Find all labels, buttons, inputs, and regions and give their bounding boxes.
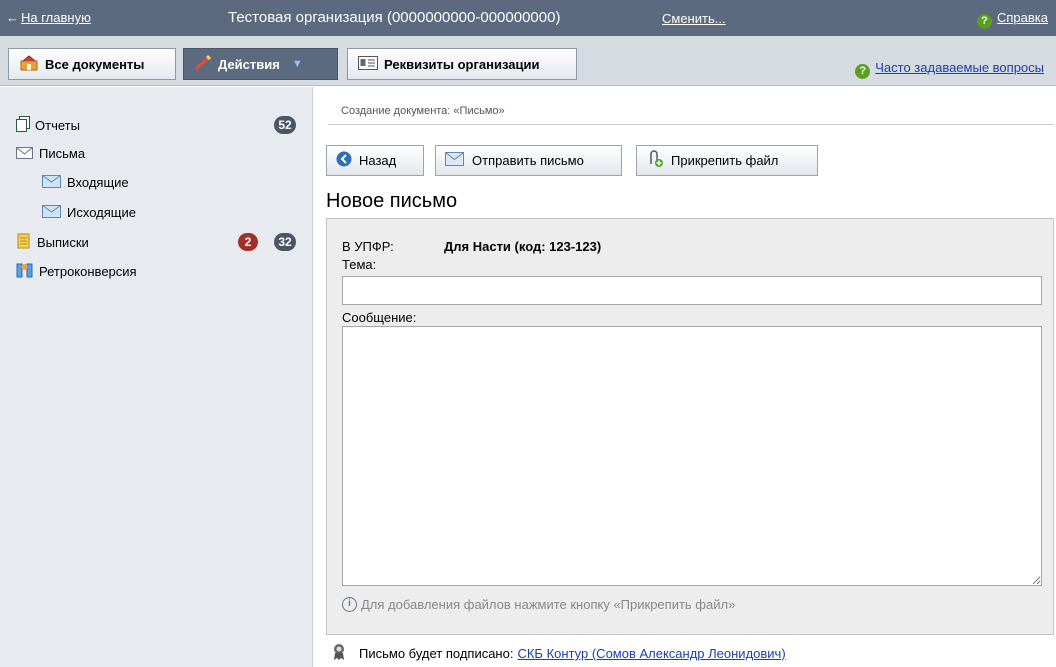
letter-form: В УПФР: Для Насти (код: 123-123) Тема: С…: [326, 218, 1054, 635]
top-bar: ← На главную Тестовая организация (000000…: [0, 0, 1056, 36]
message-label: Сообщение:: [342, 310, 417, 325]
seal-icon: [333, 643, 345, 664]
sidebar-item-inbox[interactable]: Входящие: [42, 174, 129, 191]
help-link[interactable]: ? Справка: [977, 10, 1048, 29]
back-arrow-circle-icon: [336, 151, 352, 170]
letters-icon: [16, 145, 34, 162]
subject-input[interactable]: [342, 276, 1042, 305]
sidebar-item-reports[interactable]: Отчеты: [16, 116, 80, 135]
attach-file-button[interactable]: Прикрепить файл: [636, 145, 818, 176]
faq-link-label[interactable]: Часто задаваемые вопросы: [875, 60, 1044, 75]
retroconversion-icon: [16, 262, 34, 281]
breadcrumb: Создание документа: «Письмо»: [341, 105, 505, 117]
send-envelope-icon: [445, 152, 465, 169]
wand-icon: [194, 54, 212, 74]
info-icon: i: [342, 597, 357, 612]
message-textarea[interactable]: [342, 326, 1042, 586]
back-arrow-icon: ←: [6, 10, 19, 25]
recipient-label: В УПФР:: [342, 239, 394, 254]
sidebar-item-label: Ретроконверсия: [39, 264, 137, 279]
faq-link[interactable]: ? Часто задаваемые вопросы: [855, 60, 1044, 79]
all-documents-button[interactable]: Все документы: [8, 48, 176, 80]
statements-count-badge: 32: [274, 233, 296, 251]
help-icon: ?: [977, 14, 992, 29]
sidebar: Отчеты 52 Письма Входящие Исходящие Выпи…: [0, 87, 313, 667]
chevron-down-icon: ▼: [291, 58, 303, 70]
sidebar-item-label: Отчеты: [35, 118, 80, 133]
organization-requisites-button[interactable]: Реквизиты организации: [347, 48, 577, 80]
page-title: Новое письмо: [326, 190, 458, 212]
toolbar: Все документы Действия ▼ Реквизиты орган…: [0, 36, 1056, 86]
sidebar-item-label: Исходящие: [67, 205, 136, 220]
subject-label: Тема:: [342, 257, 377, 272]
sidebar-item-label: Входящие: [67, 175, 129, 190]
documents-icon: [19, 54, 39, 74]
organization-title: Тестовая организация (0000000000-0000000…: [228, 9, 561, 26]
sidebar-item-retroconversion[interactable]: Ретроконверсия: [16, 262, 137, 281]
requisites-label: Реквизиты организации: [384, 56, 540, 72]
sidebar-item-statements[interactable]: Выписки: [16, 233, 89, 252]
recipient-value: Для Насти (код: 123-123): [444, 239, 602, 254]
attach-hint: i Для добавления файлов нажмите кнопку «…: [342, 597, 735, 612]
signature-text: Письмо будет подписано:: [359, 646, 514, 661]
outbox-icon: [42, 204, 62, 221]
attach-hint-text: Для добавления файлов нажмите кнопку «Пр…: [361, 597, 736, 612]
attach-label: Прикрепить файл: [671, 153, 779, 168]
breadcrumb-divider: [328, 124, 1054, 125]
signature-info: Письмо будет подписано: СКБ Контур (Сомо…: [333, 643, 786, 664]
faq-help-icon: ?: [855, 64, 871, 79]
actions-dropdown-button[interactable]: Действия ▼: [183, 48, 338, 80]
sidebar-item-label: Письма: [39, 146, 86, 161]
statements-alert-badge: 2: [238, 233, 258, 251]
back-label: Назад: [359, 153, 397, 168]
back-button[interactable]: Назад: [326, 145, 424, 176]
home-link-label[interactable]: На главную: [21, 10, 91, 25]
all-documents-label: Все документы: [45, 56, 145, 72]
sidebar-item-letters[interactable]: Письма: [16, 145, 85, 162]
actions-label: Действия: [218, 56, 280, 72]
paperclip-icon: [646, 150, 664, 171]
sidebar-item-label: Выписки: [37, 235, 89, 250]
signer-link[interactable]: СКБ Контур (Сомов Александр Леонидович): [517, 646, 785, 661]
id-card-icon: [358, 55, 378, 73]
sidebar-item-outbox[interactable]: Исходящие: [42, 204, 136, 221]
reports-count-badge: 52: [274, 116, 296, 134]
reports-icon: [16, 116, 30, 135]
help-link-label[interactable]: Справка: [997, 10, 1048, 25]
change-organization-link[interactable]: Сменить...: [662, 11, 726, 26]
send-label: Отправить письмо: [472, 153, 584, 168]
inbox-icon: [42, 174, 62, 191]
send-letter-button[interactable]: Отправить письмо: [435, 145, 622, 176]
statements-icon: [16, 233, 32, 252]
home-link[interactable]: ← На главную: [6, 10, 91, 25]
